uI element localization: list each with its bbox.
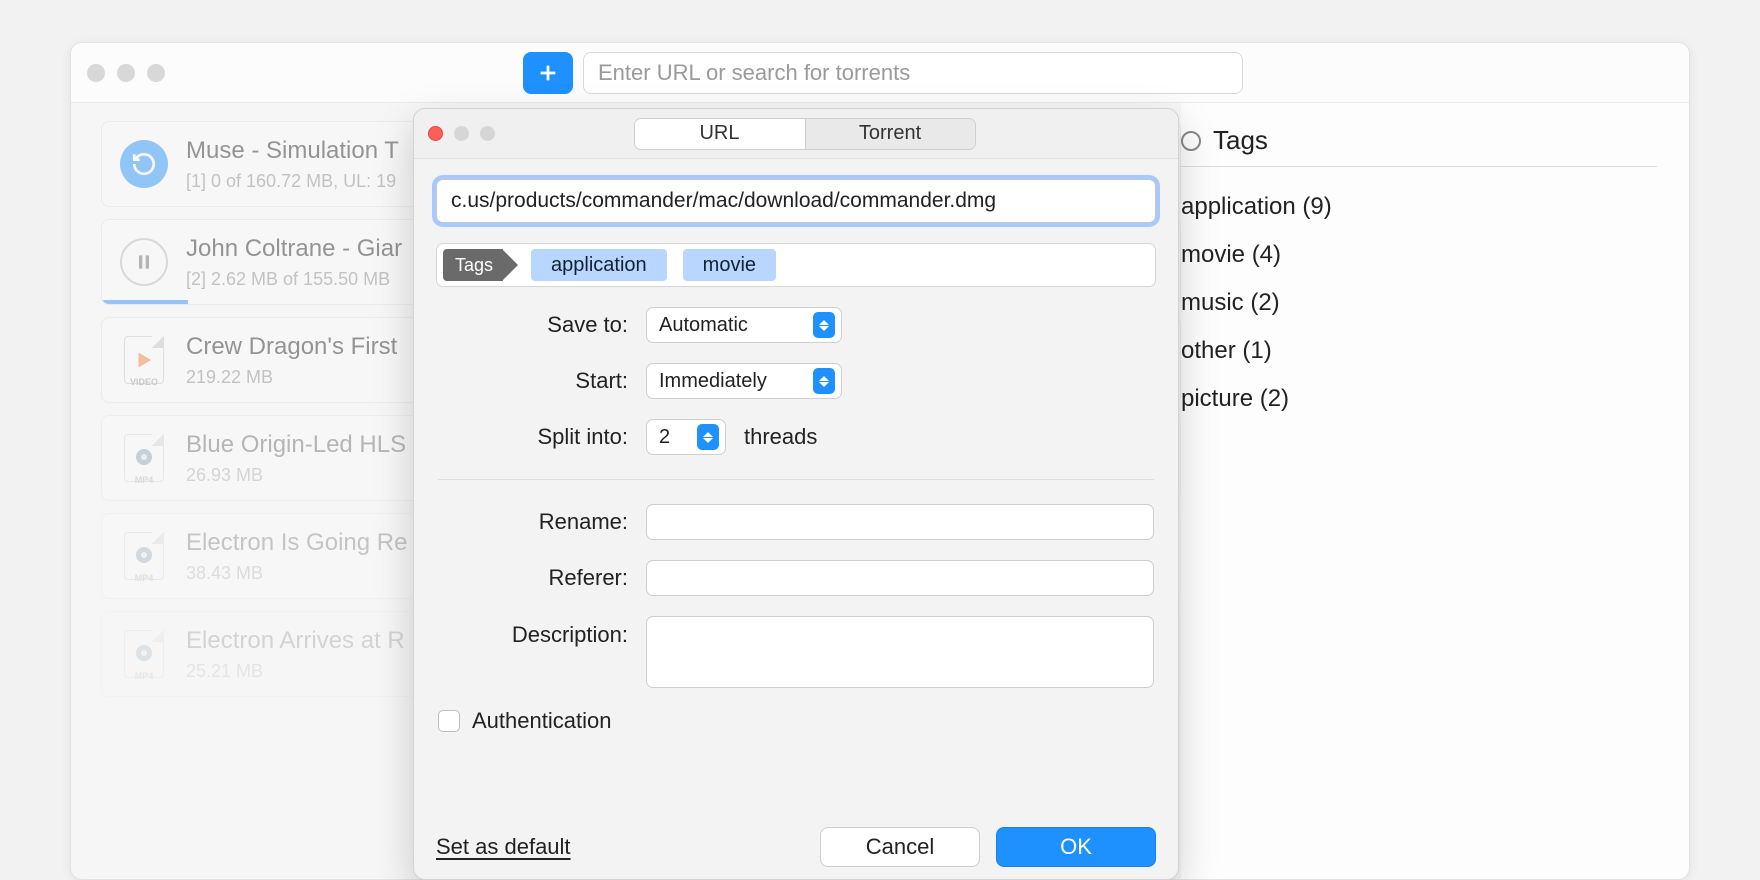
zoom-dot[interactable] bbox=[147, 64, 165, 82]
close-dot[interactable] bbox=[87, 64, 105, 82]
tab-torrent[interactable]: Torrent bbox=[805, 119, 975, 149]
chevron-up-down-icon bbox=[813, 368, 835, 394]
rename-input[interactable] bbox=[646, 504, 1154, 540]
download-sub: 25.21 MB bbox=[186, 661, 405, 682]
download-sub: [2] 2.62 MB of 155.50 MB bbox=[186, 269, 402, 290]
ok-button[interactable]: OK bbox=[996, 827, 1156, 867]
tag-chip-application[interactable]: application bbox=[531, 249, 667, 281]
sidebar-tag-other[interactable]: other (1) bbox=[1181, 327, 1657, 375]
download-sub: 219.22 MB bbox=[186, 367, 397, 388]
divider bbox=[438, 479, 1154, 480]
window-traffic-lights bbox=[87, 64, 165, 82]
tags-sidebar: Tags application (9) movie (4) music (2)… bbox=[1181, 103, 1689, 879]
start-select[interactable]: Immediately bbox=[646, 363, 842, 399]
radio-icon bbox=[1181, 131, 1201, 151]
chevron-up-down-icon bbox=[813, 312, 835, 338]
sheet-zoom-dot bbox=[480, 126, 495, 141]
download-sub: 26.93 MB bbox=[186, 465, 406, 486]
chevron-up-down-icon bbox=[697, 424, 719, 450]
tags-header[interactable]: Tags bbox=[1181, 125, 1657, 167]
start-value: Immediately bbox=[659, 370, 767, 393]
authentication-label: Authentication bbox=[472, 708, 611, 734]
download-title: John Coltrane - Giar bbox=[186, 235, 402, 263]
sheet-header: URL Torrent bbox=[414, 109, 1178, 159]
url-input[interactable]: c.us/products/commander/mac/download/com… bbox=[436, 179, 1156, 223]
video-file-icon: VIDEO bbox=[120, 336, 168, 384]
add-button[interactable] bbox=[523, 52, 573, 94]
label-rename: Rename: bbox=[438, 509, 628, 535]
search-input[interactable]: Enter URL or search for torrents bbox=[583, 52, 1243, 94]
url-value: c.us/products/commander/mac/download/com… bbox=[451, 189, 996, 213]
retry-icon[interactable] bbox=[120, 140, 168, 188]
sidebar-tag-movie[interactable]: movie (4) bbox=[1181, 231, 1657, 279]
tag-chip-movie[interactable]: movie bbox=[683, 249, 776, 281]
mp4-file-icon: MP4 bbox=[120, 434, 168, 482]
cancel-button[interactable]: Cancel bbox=[820, 827, 980, 867]
label-start: Start: bbox=[438, 368, 628, 394]
referer-input[interactable] bbox=[646, 560, 1154, 596]
mp4-file-icon: MP4 bbox=[120, 630, 168, 678]
mp4-file-icon: MP4 bbox=[120, 532, 168, 580]
threads-value: 2 bbox=[659, 426, 670, 449]
sidebar-tag-application[interactable]: application (9) bbox=[1181, 183, 1657, 231]
plus-icon bbox=[537, 62, 559, 84]
minimize-dot[interactable] bbox=[117, 64, 135, 82]
main-toolbar: Enter URL or search for torrents bbox=[71, 43, 1689, 103]
tags-input[interactable]: Tags application movie bbox=[436, 243, 1156, 287]
tags-lead-label: Tags bbox=[443, 249, 503, 281]
label-referer: Referer: bbox=[438, 565, 628, 591]
sheet-close-dot[interactable] bbox=[428, 126, 443, 141]
search-placeholder: Enter URL or search for torrents bbox=[598, 60, 910, 86]
download-title: Electron Is Going Re bbox=[186, 529, 407, 557]
download-title: Crew Dragon's First bbox=[186, 333, 397, 361]
sidebar-tag-music[interactable]: music (2) bbox=[1181, 279, 1657, 327]
tab-url[interactable]: URL bbox=[635, 119, 805, 149]
download-sub: 38.43 MB bbox=[186, 563, 407, 584]
threads-suffix: threads bbox=[744, 424, 817, 450]
tags-header-label: Tags bbox=[1213, 125, 1268, 156]
download-title: Blue Origin-Led HLS bbox=[186, 431, 406, 459]
threads-stepper[interactable]: 2 bbox=[646, 419, 726, 455]
label-description: Description: bbox=[438, 616, 628, 648]
add-download-sheet: URL Torrent c.us/products/commander/mac/… bbox=[413, 108, 1179, 880]
label-save-to: Save to: bbox=[438, 312, 628, 338]
download-title: Electron Arrives at R bbox=[186, 627, 405, 655]
save-to-select[interactable]: Automatic bbox=[646, 307, 842, 343]
label-split: Split into: bbox=[438, 424, 628, 450]
description-input[interactable] bbox=[646, 616, 1154, 688]
sidebar-tag-picture[interactable]: picture (2) bbox=[1181, 375, 1657, 423]
save-to-value: Automatic bbox=[659, 314, 748, 337]
download-sub: [1] 0 of 160.72 MB, UL: 19 bbox=[186, 171, 399, 192]
sheet-tab-segment: URL Torrent bbox=[634, 118, 976, 150]
set-default-link[interactable]: Set as default bbox=[436, 834, 571, 860]
download-title: Muse - Simulation T bbox=[186, 137, 399, 165]
sheet-minimize-dot bbox=[454, 126, 469, 141]
pause-icon[interactable] bbox=[120, 238, 168, 286]
progress-bar bbox=[102, 300, 188, 304]
authentication-checkbox[interactable] bbox=[438, 710, 460, 732]
